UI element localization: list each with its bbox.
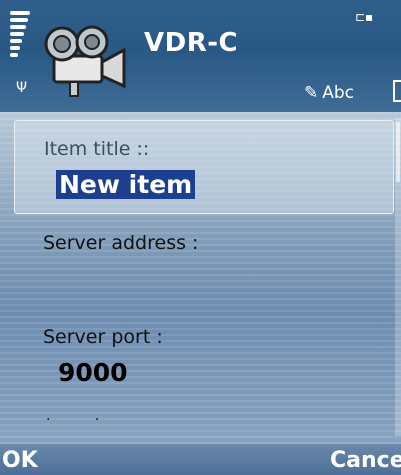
item-title-value[interactable]: New item (56, 170, 196, 199)
film-camera-icon (44, 25, 126, 97)
cancel-softkey[interactable]: Cance (330, 448, 401, 473)
title-bar: Ψ VDR-C ⊏▪ ✎ Abc (0, 0, 401, 112)
edge-indicator-icon (393, 80, 401, 102)
signal-strength-icon (10, 8, 32, 78)
item-title-field-box[interactable] (14, 120, 394, 214)
form-content: Item title :: New item Server address : … (0, 112, 401, 444)
app-title: VDR-C (144, 28, 239, 58)
server-port-label: Server port : (43, 326, 163, 348)
softkey-bar: OK Cance (0, 444, 401, 475)
antenna-icon: Ψ (16, 80, 28, 96)
ok-softkey[interactable]: OK (2, 448, 38, 473)
item-title-label: Item title :: (44, 138, 150, 160)
battery-icon: ⊏▪ (355, 10, 374, 24)
pen-input-icon: ✎ (304, 83, 319, 103)
item-title-input[interactable]: New item (56, 170, 196, 199)
server-port-input[interactable]: 9000 (58, 358, 128, 387)
next-field-hint: . . (46, 408, 120, 424)
scrollbar-thumb[interactable] (396, 122, 400, 182)
input-mode-indicator: ✎ Abc (304, 83, 354, 103)
input-mode-label: Abc (322, 83, 355, 103)
server-address-label: Server address : (43, 232, 199, 254)
